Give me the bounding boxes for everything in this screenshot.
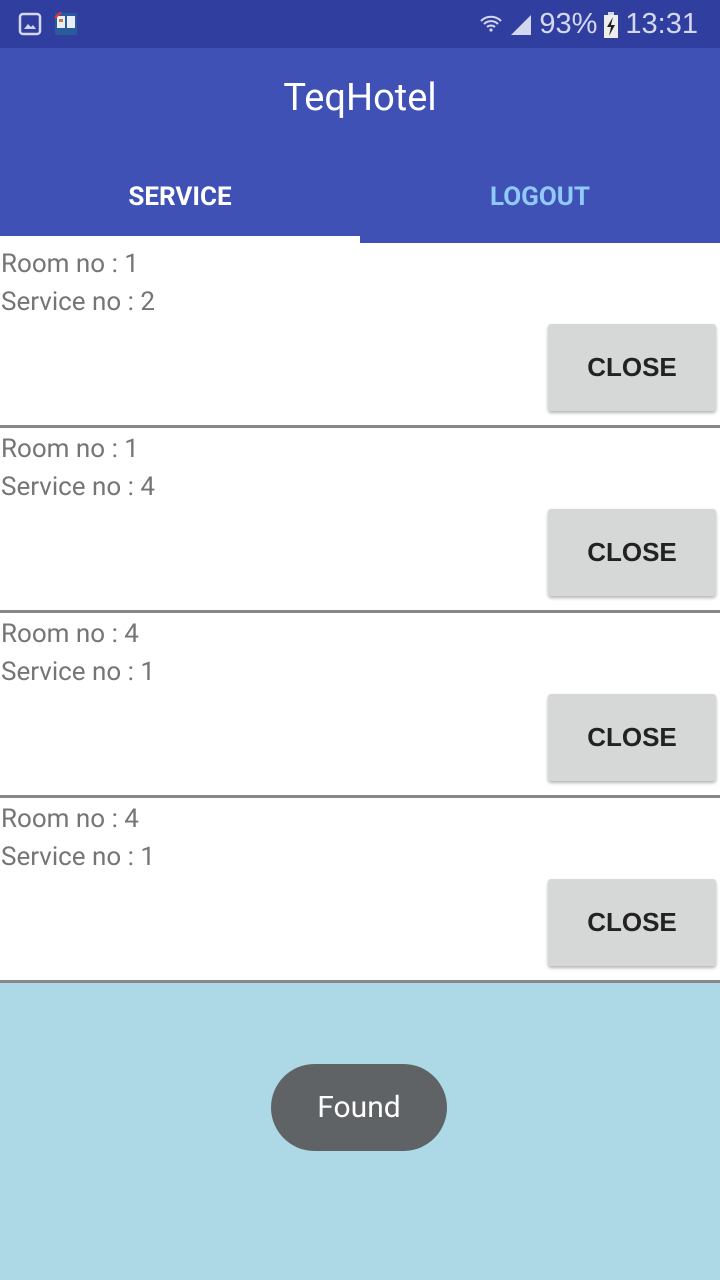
service-number: Service no : 1 [1, 657, 156, 687]
book-app-icon [54, 12, 77, 35]
room-number: Room no : 4 [1, 804, 139, 834]
signal-icon [511, 14, 532, 35]
tab-service[interactable]: SERVICE [0, 178, 360, 244]
close-button[interactable]: CLOSE [548, 324, 716, 411]
gallery-icon [18, 12, 42, 36]
service-card: Room no : 1 Service no : 2 CLOSE [0, 243, 720, 428]
app-bar: TeqHotel SERVICE LOGOUT [0, 48, 720, 244]
tab-logout[interactable]: LOGOUT [360, 178, 720, 244]
app-title: TeqHotel [283, 76, 437, 120]
battery-percent: 93% [539, 8, 598, 40]
close-button[interactable]: CLOSE [548, 879, 716, 966]
room-number: Room no : 1 [1, 434, 139, 464]
status-bar: 93% 13:31 [0, 0, 720, 48]
service-card: Room no : 4 Service no : 1 CLOSE [0, 798, 720, 983]
service-card: Room no : 1 Service no : 4 CLOSE [0, 428, 720, 613]
service-number: Service no : 2 [1, 287, 156, 317]
service-number: Service no : 4 [1, 472, 156, 502]
toast-message: Found [271, 1064, 447, 1151]
clock: 13:31 [625, 8, 698, 40]
close-button[interactable]: CLOSE [548, 694, 716, 781]
service-number: Service no : 1 [1, 842, 156, 872]
room-number: Room no : 4 [1, 619, 139, 649]
service-card: Room no : 4 Service no : 1 CLOSE [0, 613, 720, 798]
battery-charging-icon [604, 11, 619, 38]
room-number: Room no : 1 [1, 249, 139, 279]
close-button[interactable]: CLOSE [548, 509, 716, 596]
wifi-icon [480, 15, 503, 32]
